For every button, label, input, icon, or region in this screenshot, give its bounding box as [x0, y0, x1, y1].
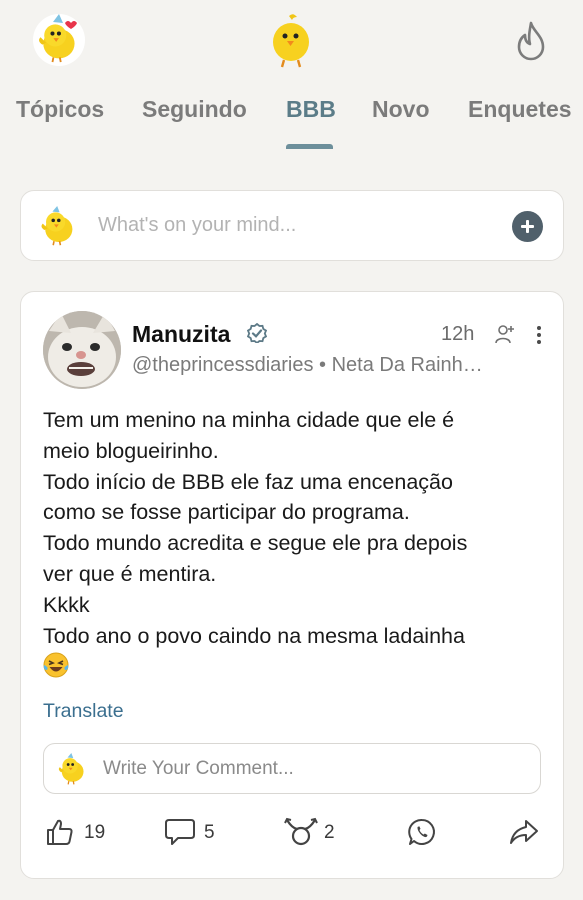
share-icon	[510, 820, 538, 844]
repost-icon	[284, 817, 318, 846]
comment-input[interactable]: Write Your Comment...	[43, 743, 541, 794]
chick-avatar-icon[interactable]	[33, 14, 85, 66]
tab-novo[interactable]: Novo	[372, 96, 430, 123]
add-user-icon[interactable]	[495, 324, 515, 344]
post-text-line: Kkkk	[43, 592, 90, 617]
post-card: Manuzita 12h @theprincessdiaries • Neta …	[20, 291, 564, 879]
tab-seguindo[interactable]: Seguindo	[142, 96, 247, 123]
like-button[interactable]: 19	[45, 814, 115, 854]
thumbs-up-icon	[47, 819, 73, 845]
category-tabs: Tópicos Seguindo BBB Novo Enquetes	[0, 92, 583, 152]
repost-count: 2	[324, 822, 335, 843]
comment-button[interactable]: 5	[164, 814, 224, 854]
share-button[interactable]	[509, 814, 539, 854]
avatar[interactable]	[43, 311, 121, 389]
add-post-button[interactable]	[512, 211, 543, 242]
comment-placeholder[interactable]: Write Your Comment...	[103, 758, 294, 780]
top-bar	[0, 0, 583, 80]
post-text-line: meio blogueirinho.	[43, 438, 219, 463]
post-composer[interactable]: What's on your mind...	[20, 190, 564, 261]
translate-link[interactable]: Translate	[43, 700, 124, 723]
tab-topicos[interactable]: Tópicos	[16, 96, 104, 123]
chick-avatar-icon	[58, 753, 85, 785]
flame-icon[interactable]	[512, 20, 550, 62]
post-text-line: como se fosse participar do programa.	[43, 500, 410, 525]
cat-photo-icon	[43, 311, 121, 389]
post-text-line: Todo mundo acredita e segue ele pra depo…	[43, 531, 468, 556]
post-text-line: Todo ano o povo caindo na mesma ladainha	[43, 623, 465, 648]
like-count: 19	[84, 822, 106, 843]
active-tab-indicator	[286, 144, 333, 149]
chick-logo-icon[interactable]	[268, 12, 314, 68]
post-text-line: ver que é mentira.	[43, 561, 217, 586]
repost-button[interactable]: 2	[284, 814, 344, 854]
post-time: 12h	[441, 323, 475, 345]
whatsapp-icon	[408, 818, 435, 845]
tab-enquetes[interactable]: Enquetes	[468, 96, 572, 123]
tab-bbb[interactable]: BBB	[286, 96, 336, 123]
author-handle[interactable]: @theprincessdiaries • Neta Da Rainh…	[132, 354, 522, 377]
comment-count: 5	[204, 822, 215, 843]
comment-icon	[165, 819, 195, 845]
post-action-bar: 19 5 2	[21, 814, 565, 854]
more-vertical-icon[interactable]	[536, 325, 542, 345]
post-text-line: Todo início de BBB ele faz uma encenação	[43, 469, 453, 494]
verified-badge-icon	[247, 323, 267, 343]
post-text: Tem um menino na minha cidade que ele é …	[43, 405, 543, 682]
composer-placeholder[interactable]: What's on your mind...	[98, 214, 296, 237]
whatsapp-share-button[interactable]	[407, 814, 437, 854]
post-text-line: Tem um menino na minha cidade que ele é	[43, 408, 455, 432]
author-name[interactable]: Manuzita	[132, 321, 230, 348]
laughing-tears-emoji-icon	[43, 652, 69, 678]
chick-avatar-icon	[40, 206, 74, 246]
